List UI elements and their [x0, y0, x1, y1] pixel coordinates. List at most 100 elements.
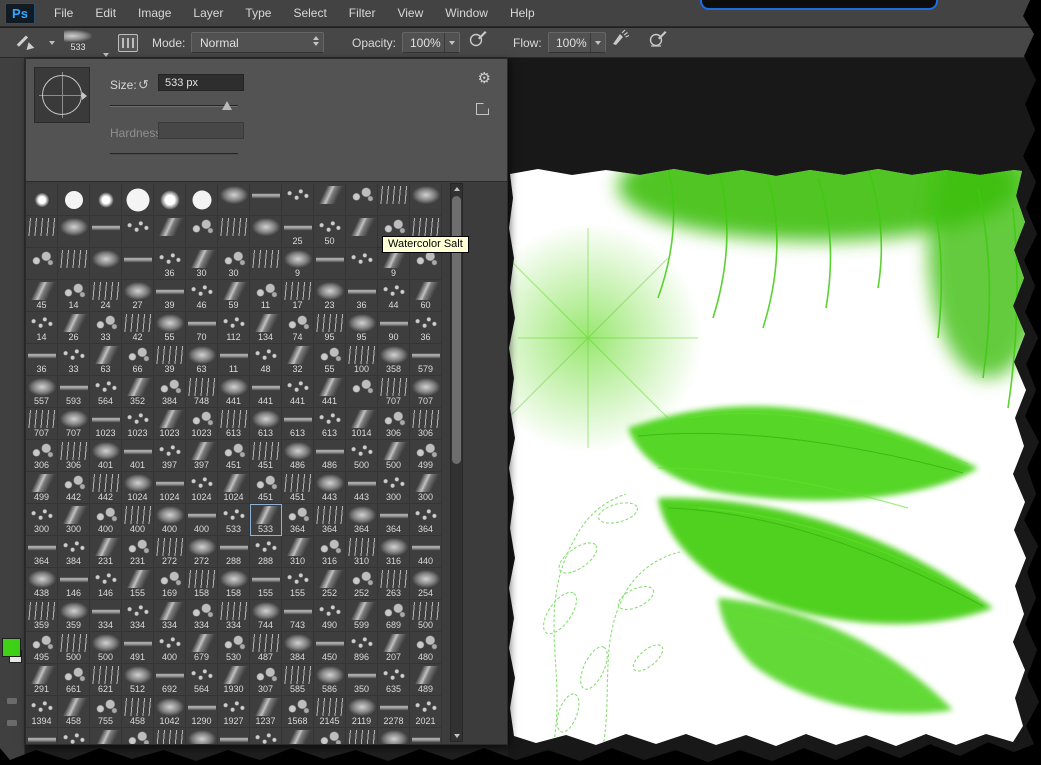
- menu-item-edit[interactable]: Edit: [84, 1, 127, 25]
- brush-preset[interactable]: 158: [218, 568, 250, 600]
- brush-preset[interactable]: 480: [410, 632, 442, 664]
- brush-preset[interactable]: 441: [218, 376, 250, 408]
- brush-preset[interactable]: [186, 184, 218, 216]
- brush-preset[interactable]: 155: [250, 568, 282, 600]
- brush-preset[interactable]: 1023: [186, 408, 218, 440]
- brush-preset[interactable]: 14: [58, 280, 90, 312]
- brush-preset[interactable]: 334: [154, 600, 186, 632]
- brush-preset[interactable]: 291: [26, 664, 58, 696]
- brush-preset[interactable]: 63: [90, 344, 122, 376]
- brush-preset[interactable]: 440: [410, 536, 442, 568]
- chevron-down-icon[interactable]: [590, 33, 605, 52]
- brush-preset[interactable]: 401: [122, 440, 154, 472]
- brush-preset[interactable]: [250, 184, 282, 216]
- brush-preset[interactable]: 599: [346, 600, 378, 632]
- brush-preset[interactable]: 306: [26, 440, 58, 472]
- brush-preset[interactable]: 207: [378, 632, 410, 664]
- brush-preset[interactable]: 744: [250, 600, 282, 632]
- brush-preset[interactable]: 500: [346, 440, 378, 472]
- brush-preset[interactable]: 2119: [346, 696, 378, 728]
- brush-preset[interactable]: 495: [26, 632, 58, 664]
- brush-preset[interactable]: [250, 248, 282, 280]
- brush-preset[interactable]: 100: [346, 344, 378, 376]
- brush-preset[interactable]: 155: [282, 568, 314, 600]
- brush-preset[interactable]: 44: [378, 280, 410, 312]
- brush-preset[interactable]: 59: [218, 280, 250, 312]
- brush-preset[interactable]: 307: [250, 664, 282, 696]
- brush-preset[interactable]: [122, 728, 154, 744]
- brush-preset[interactable]: 50: [314, 216, 346, 248]
- brush-tool-preset[interactable]: [24, 28, 55, 58]
- brush-preset[interactable]: 400: [90, 504, 122, 536]
- brush-preset[interactable]: 306: [58, 440, 90, 472]
- brush-preset[interactable]: 707: [26, 408, 58, 440]
- brush-preset[interactable]: 564: [90, 376, 122, 408]
- brush-preset[interactable]: 499: [26, 472, 58, 504]
- brush-preset[interactable]: [250, 216, 282, 248]
- brush-preset[interactable]: 458: [58, 696, 90, 728]
- brush-preset[interactable]: [314, 184, 346, 216]
- new-brush-icon[interactable]: [476, 103, 489, 115]
- chevron-down-icon[interactable]: [444, 33, 459, 52]
- brush-preset[interactable]: 613: [314, 408, 346, 440]
- brush-preset[interactable]: 613: [250, 408, 282, 440]
- brush-preset[interactable]: 400: [154, 504, 186, 536]
- brush-preset[interactable]: [346, 216, 378, 248]
- brush-preset[interactable]: 252: [314, 568, 346, 600]
- toggle-brush-panel-button[interactable]: [118, 28, 138, 58]
- brush-preset[interactable]: 743: [282, 600, 314, 632]
- brush-preset[interactable]: 400: [186, 504, 218, 536]
- brush-preset[interactable]: 500: [378, 440, 410, 472]
- brush-preset[interactable]: 400: [154, 632, 186, 664]
- brush-preset[interactable]: 707: [378, 376, 410, 408]
- brush-preset[interactable]: 36: [346, 280, 378, 312]
- brush-preset[interactable]: 557: [26, 376, 58, 408]
- menu-item-filter[interactable]: Filter: [338, 1, 387, 25]
- brush-preset[interactable]: 1023: [122, 408, 154, 440]
- brush-preset[interactable]: 1042: [154, 696, 186, 728]
- brush-preset[interactable]: 1023: [90, 408, 122, 440]
- brush-preset[interactable]: [26, 184, 58, 216]
- brush-preset[interactable]: 613: [218, 408, 250, 440]
- brush-preset[interactable]: 30: [218, 248, 250, 280]
- brush-preset[interactable]: [90, 216, 122, 248]
- brush-preset[interactable]: [346, 184, 378, 216]
- brush-preset[interactable]: 17: [282, 280, 314, 312]
- brush-preset[interactable]: [154, 184, 186, 216]
- brush-preset[interactable]: 586: [314, 664, 346, 696]
- brush-preset[interactable]: 530: [218, 632, 250, 664]
- menu-item-window[interactable]: Window: [434, 1, 499, 25]
- brush-preset[interactable]: 33: [90, 312, 122, 344]
- brush-preset[interactable]: 707: [410, 376, 442, 408]
- scroll-up-icon[interactable]: [451, 184, 462, 194]
- brush-preset[interactable]: [346, 376, 378, 408]
- brush-preset[interactable]: [186, 216, 218, 248]
- brush-preset[interactable]: 306: [410, 408, 442, 440]
- brush-preset[interactable]: 486: [314, 440, 346, 472]
- brush-preset[interactable]: 458: [122, 696, 154, 728]
- brush-preset[interactable]: 310: [346, 536, 378, 568]
- brush-preset[interactable]: 300: [410, 472, 442, 504]
- brush-preset[interactable]: 146: [58, 568, 90, 600]
- brush-preset[interactable]: 755: [90, 696, 122, 728]
- brush-preset[interactable]: 112: [218, 312, 250, 344]
- brush-preset[interactable]: [410, 728, 442, 744]
- brush-preset[interactable]: 451: [250, 472, 282, 504]
- brush-preset[interactable]: 272: [154, 536, 186, 568]
- brush-preset[interactable]: 359: [26, 600, 58, 632]
- brush-preset[interactable]: 90: [378, 312, 410, 344]
- brush-preset[interactable]: 158: [186, 568, 218, 600]
- brush-preset[interactable]: 679: [186, 632, 218, 664]
- brush-preset[interactable]: 748: [186, 376, 218, 408]
- airbrush-icon[interactable]: [610, 28, 630, 48]
- brush-preset[interactable]: 359: [58, 600, 90, 632]
- brush-preset[interactable]: [58, 216, 90, 248]
- brush-preset[interactable]: 288: [250, 536, 282, 568]
- brush-preset[interactable]: 692: [154, 664, 186, 696]
- brush-preset[interactable]: 9: [282, 248, 314, 280]
- brush-preset[interactable]: 310: [282, 536, 314, 568]
- brush-preset[interactable]: [58, 728, 90, 744]
- brush-preset-picker-button[interactable]: 533: [64, 30, 92, 56]
- brush-preset[interactable]: [378, 728, 410, 744]
- pressure-size-icon[interactable]: [648, 28, 668, 48]
